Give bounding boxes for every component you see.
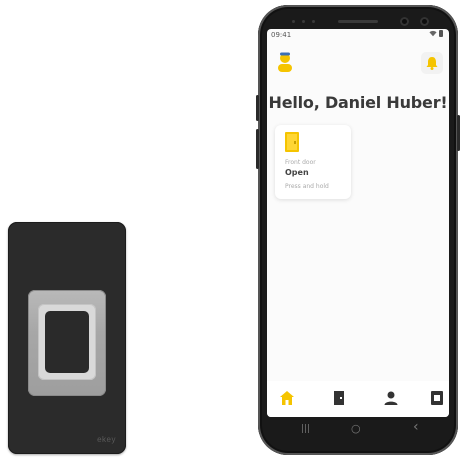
door-name-label: Front door (285, 159, 316, 166)
phone-side-button (256, 129, 259, 169)
phone-sensor-dot (312, 20, 315, 23)
reader-sensor-frame (28, 290, 106, 396)
tab-home[interactable] (275, 387, 299, 409)
back-nav-button[interactable]: ‹ (413, 419, 419, 435)
phone-side-button (256, 95, 259, 121)
home-nav-button[interactable]: ○ (351, 422, 361, 435)
battery-icon (439, 30, 443, 37)
phone-sensor-dot (302, 20, 305, 23)
phone-sensor-dot (292, 20, 295, 23)
recent-apps-button[interactable]: ||| (301, 424, 310, 434)
front-camera (400, 17, 409, 26)
home-icon (280, 391, 294, 405)
status-bar: 09:41 (267, 29, 449, 41)
notifications-button[interactable] (421, 52, 443, 74)
smartphone: 09:41 Hello, Daniel Huber! Front door Op… (256, 5, 460, 455)
device-icon (431, 391, 443, 405)
user-icon (384, 391, 398, 405)
phone-speaker (338, 20, 378, 23)
status-icons (429, 30, 443, 38)
app-header (267, 41, 449, 81)
door-card-front-door[interactable]: Front door Open Press and hold (275, 125, 351, 199)
tab-users[interactable] (379, 387, 403, 409)
system-navigation-bar: ||| ○ ‹ (267, 417, 449, 447)
bottom-tab-bar (267, 381, 449, 417)
reader-sensor-bezel (38, 304, 96, 380)
avatar-icon[interactable] (277, 52, 293, 72)
reader-brand-logo: ekey (97, 435, 116, 444)
wifi-icon (429, 30, 437, 37)
tab-devices[interactable] (425, 387, 449, 409)
door-icon (334, 391, 344, 405)
fingerprint-reader-device: ekey (8, 222, 126, 454)
bell-icon (426, 57, 438, 70)
greeting-title: Hello, Daniel Huber! (268, 93, 448, 112)
door-action-hint: Press and hold (285, 183, 329, 190)
tab-doors[interactable] (327, 387, 351, 409)
status-time: 09:41 (271, 31, 292, 39)
front-camera (420, 17, 429, 26)
app-screen: 09:41 Hello, Daniel Huber! Front door Op… (267, 29, 449, 417)
fingerprint-sensor (45, 311, 89, 373)
door-icon (285, 132, 299, 152)
door-status-text: Open (285, 168, 309, 177)
phone-top-bezel (282, 11, 434, 31)
